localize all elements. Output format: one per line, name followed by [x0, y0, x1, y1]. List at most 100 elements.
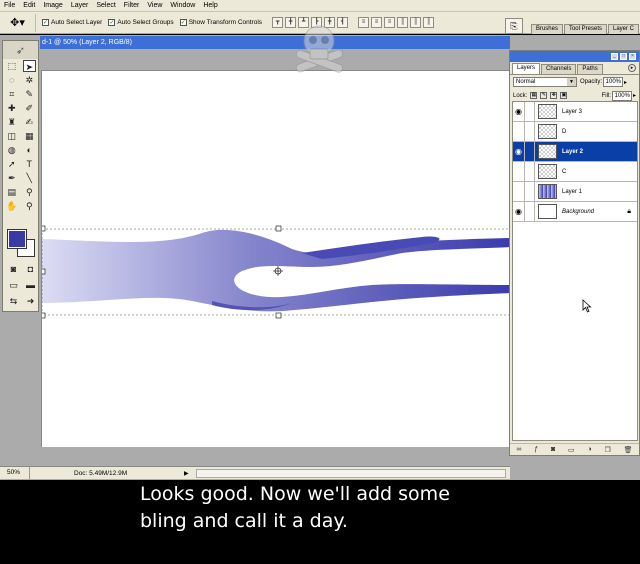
link-cell[interactable] — [525, 101, 535, 122]
transform-handle-left-bottom[interactable] — [42, 312, 46, 319]
blend-mode-select[interactable]: Normal ▼ — [513, 77, 577, 87]
layer-row-layer-3[interactable]: ◉ Layer 3 — [513, 101, 637, 122]
new-group-icon[interactable]: ▭ — [568, 446, 575, 454]
lasso-tool-icon[interactable]: ◌ — [5, 74, 18, 86]
dock-tab-layer-comps[interactable]: Layer C — [607, 24, 639, 34]
dock-tab-brushes[interactable]: Brushes — [530, 24, 563, 34]
tool-preset-picker[interactable]: ✥▾ — [0, 13, 36, 32]
foreground-color-swatch[interactable] — [8, 230, 26, 248]
standard-mode-icon[interactable]: ◙ — [7, 263, 20, 275]
new-layer-icon[interactable]: ❐ — [605, 446, 611, 454]
quick-mask-icon[interactable]: ◘ — [24, 263, 37, 275]
menu-file[interactable]: File — [4, 2, 15, 9]
hand-tool-icon[interactable]: ✋ — [5, 200, 18, 212]
maximize-icon[interactable]: □ — [620, 53, 627, 60]
auto-select-layer-checkbox[interactable]: ✓ Auto Select Layer — [42, 19, 102, 26]
menu-layer[interactable]: Layer — [71, 2, 89, 9]
layer-row-layer-2[interactable]: ◉ Layer 2 — [513, 141, 637, 162]
layer-mask-icon[interactable]: ◙ — [551, 446, 555, 453]
eye-toggle-hidden[interactable] — [513, 181, 525, 202]
screen-mode-full-icon[interactable]: ▬ — [24, 279, 37, 291]
gradient-tool-icon[interactable]: ▦ — [23, 130, 36, 142]
eye-icon[interactable]: ◉ — [513, 201, 525, 222]
tab-paths[interactable]: Paths — [577, 64, 603, 74]
tab-layers[interactable]: Layers — [512, 63, 541, 74]
link-cell[interactable] — [525, 181, 535, 202]
eyedropper-icon[interactable]: ⚲ — [23, 186, 36, 198]
zoom-level[interactable]: 50% — [0, 467, 30, 479]
trash-icon[interactable]: 🗑︎ — [624, 446, 633, 454]
opacity-slider-icon[interactable]: ▸ — [624, 79, 627, 86]
distribute-vcenter-icon[interactable]: ≡ — [371, 17, 383, 28]
jump-icon[interactable]: ➜ — [24, 295, 37, 307]
marquee-tool-icon[interactable]: ⬚ — [5, 60, 18, 72]
menu-select[interactable]: Select — [96, 2, 115, 9]
layer-row-layer-1[interactable]: Layer 1 — [513, 181, 637, 202]
eye-toggle-hidden[interactable] — [513, 161, 525, 182]
line-tool-icon[interactable]: ╲ — [23, 172, 36, 184]
menu-edit[interactable]: Edit — [23, 2, 35, 9]
history-brush-icon[interactable]: ✍ — [23, 116, 36, 128]
align-top-icon[interactable]: ┳ — [272, 17, 284, 28]
menu-image[interactable]: Image — [43, 2, 62, 9]
lock-transparency-icon[interactable]: ▦ — [530, 92, 538, 99]
path-selection-icon[interactable]: ➚ — [5, 158, 18, 170]
panel-menu-icon[interactable]: ▸ — [628, 64, 636, 72]
tab-channels[interactable]: Channels — [541, 64, 577, 74]
horizontal-scrollbar[interactable] — [196, 468, 506, 478]
notes-tool-icon[interactable]: ▤ — [5, 186, 18, 198]
lock-image-icon[interactable]: ✎ — [540, 92, 548, 99]
menu-view[interactable]: View — [147, 2, 162, 9]
transform-handle-left-top[interactable] — [42, 225, 46, 232]
clone-stamp-icon[interactable]: ♜ — [5, 116, 18, 128]
crop-tool-icon[interactable]: ⌗ — [5, 88, 18, 100]
opacity-input[interactable]: 100% — [603, 77, 624, 87]
close-icon[interactable]: × — [629, 53, 636, 60]
menu-help[interactable]: Help — [203, 2, 217, 9]
layer-row-background[interactable]: ◉ Background 🔒︎ — [513, 201, 637, 222]
link-cell[interactable] — [525, 121, 535, 142]
link-cell[interactable] — [525, 161, 535, 182]
move-tool-icon[interactable]: ➤ — [22, 60, 36, 72]
imageready-icon[interactable]: ⇆ — [7, 295, 20, 307]
transform-handle-left-mid[interactable] — [42, 268, 46, 275]
screen-mode-standard-icon[interactable]: ▭ — [7, 279, 20, 291]
transform-center-icon[interactable] — [273, 266, 283, 276]
link-cell[interactable] — [525, 141, 535, 162]
menu-window[interactable]: Window — [170, 2, 195, 9]
pen-tool-icon[interactable]: ✒ — [5, 172, 18, 184]
show-transform-controls-checkbox[interactable]: ✓ Show Transform Controls — [179, 19, 262, 26]
eye-icon[interactable]: ◉ — [513, 141, 525, 162]
eye-icon[interactable]: ◉ — [513, 101, 525, 122]
distribute-top-icon[interactable]: ≡ — [358, 17, 370, 28]
layer-row-c[interactable]: C — [513, 161, 637, 182]
minimize-icon[interactable]: _ — [611, 53, 618, 60]
slice-tool-icon[interactable]: ✎ — [23, 88, 36, 100]
status-menu-arrow-icon[interactable]: ▶ — [184, 470, 192, 477]
healing-brush-icon[interactable]: ✚ — [5, 102, 18, 114]
lock-position-icon[interactable]: ✥ — [550, 92, 558, 99]
type-tool-icon[interactable]: T — [23, 158, 36, 170]
layer-row-d[interactable]: D — [513, 121, 637, 142]
eraser-tool-icon[interactable]: ◫ — [5, 130, 18, 142]
toolbox-header[interactable]: ➶ — [3, 41, 38, 59]
dodge-tool-icon[interactable]: ◐ — [23, 144, 36, 156]
eye-toggle-hidden[interactable] — [513, 121, 525, 142]
auto-select-groups-checkbox[interactable]: ✓ Auto Select Groups — [108, 19, 174, 26]
file-browser-icon[interactable]: ⎘ — [504, 18, 523, 34]
document-canvas[interactable] — [41, 70, 510, 447]
distribute-bottom-icon[interactable]: ≡ — [384, 17, 396, 28]
distribute-left-icon[interactable]: ║ — [397, 17, 409, 28]
link-cell[interactable] — [525, 201, 535, 222]
transform-handle-top[interactable] — [275, 225, 282, 232]
menu-filter[interactable]: Filter — [124, 2, 140, 9]
brush-tool-icon[interactable]: ✐ — [23, 102, 36, 114]
adjustment-layer-icon[interactable]: ◑ — [587, 446, 591, 453]
transform-handle-bottom[interactable] — [275, 312, 282, 319]
document-title-bar[interactable]: d-1 @ 50% (Layer 2, RGB/8) — [40, 36, 510, 49]
dock-tab-tool-presets[interactable]: Tool Presets — [563, 24, 607, 34]
zoom-tool-icon[interactable]: ⚲ — [23, 200, 36, 212]
fill-slider-icon[interactable]: ▸ — [633, 92, 636, 99]
distribute-hcenter-icon[interactable]: ║ — [410, 17, 422, 28]
fill-input[interactable]: 100% — [611, 90, 632, 101]
